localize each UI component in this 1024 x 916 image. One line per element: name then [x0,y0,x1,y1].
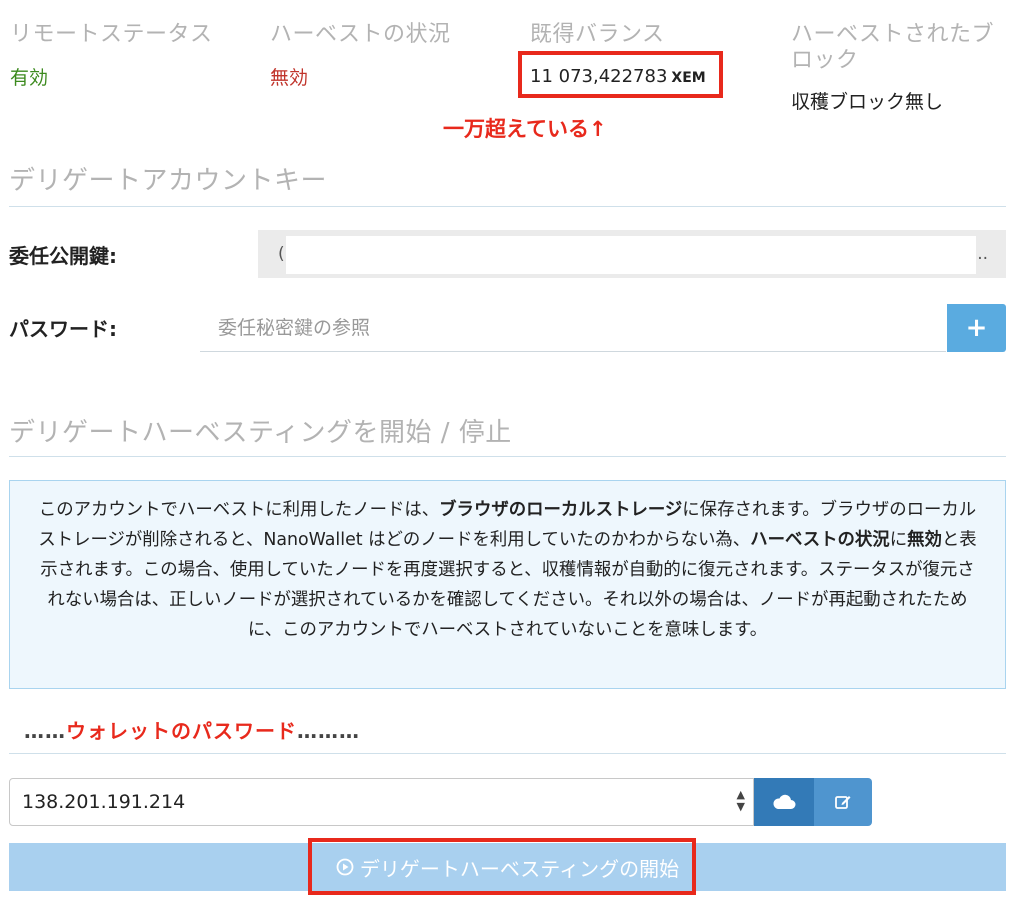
info-text: このアカウントでハーベストに利用したノードは、 [38,500,440,520]
info-bold-harvest-status: ハーベストの状況 [750,530,890,550]
remote-status-value: 有効 [10,67,49,89]
harvested-blocks-label: ハーベストされたブロック [791,22,994,73]
edit-icon [835,796,851,809]
plus-icon: + [965,313,988,343]
delegate-password-input[interactable] [200,304,946,352]
add-key-button[interactable]: + [947,304,1006,352]
vested-balance-label: 既得バランス [530,22,665,47]
remote-status-label: リモートステータス [10,22,213,47]
info-bold-local-storage: ブラウザのローカルストレージ [439,500,683,520]
vested-balance-value: 11 073,422783 XEM [530,66,706,87]
public-key-ellipsis: .. [977,244,988,264]
wallet-password-dots-left: …… [24,719,66,743]
harvest-status-label: ハーベストの状況 [270,22,451,47]
node-select[interactable]: 138.201.191.214 ▲ ▼ [9,778,754,826]
start-button-highlight-box [308,838,696,895]
wallet-password-dots-right: ……… [297,719,360,743]
public-key-first-char: ( [278,244,285,264]
section-divider [9,206,1006,207]
harvested-blocks-value: 収穫ブロック無し [791,91,944,113]
node-select-value: 138.201.191.214 [22,791,186,813]
public-key-field[interactable]: ( .. [258,230,1006,278]
cloud-icon [773,794,796,809]
password-label: パスワード: [9,317,117,341]
cloud-node-button[interactable] [754,778,814,826]
info-text: に [889,530,908,550]
balance-amount: 11 073,422783 [530,66,668,87]
wallet-password-annotation: ……ウォレットのパスワード……… [24,715,360,744]
edit-node-button[interactable] [814,778,872,826]
section-divider [9,753,1006,754]
harvesting-section-title: デリゲートハーベスティングを開始 / 停止 [9,418,512,448]
public-key-label: 委任公開鍵: [9,244,117,268]
select-arrows-icon: ▲ ▼ [736,788,745,813]
wallet-password-label: ウォレットのパスワード [66,719,297,743]
public-key-redaction [286,236,976,274]
harvest-info-box: このアカウントでハーベストに利用したノードは、ブラウザのローカルストレージに保存… [9,480,1006,689]
info-bold-inactive: 無効 [907,530,942,550]
balance-annotation: 一万超えている↑ [443,117,607,141]
section-divider [9,456,1006,457]
harvest-status-value: 無効 [270,67,309,89]
balance-unit: XEM [671,70,706,86]
delegate-key-section-title: デリゲートアカウントキー [9,166,328,196]
